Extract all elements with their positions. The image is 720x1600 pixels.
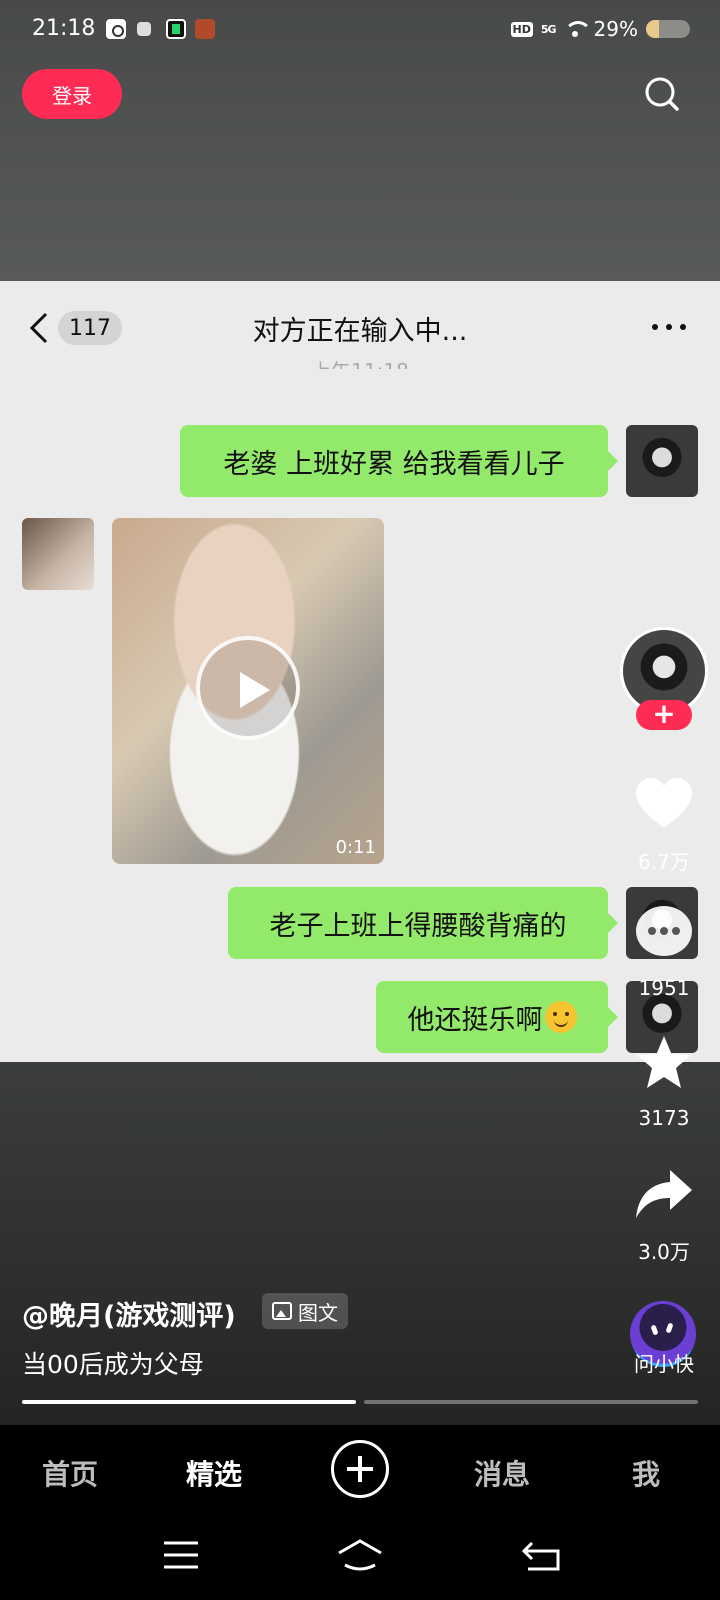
search-icon[interactable] <box>644 76 680 112</box>
cellular-signal-icon: 5G <box>540 22 557 36</box>
create-button[interactable] <box>331 1440 389 1498</box>
status-bar: 21:18 HD 5G 29% <box>0 0 720 60</box>
game-notification-icon <box>195 19 215 39</box>
favorite-count: 3173 <box>638 1106 690 1130</box>
tab-featured[interactable]: 精选 <box>186 1453 242 1493</box>
comment-count: 1951 <box>638 976 690 1000</box>
chat-title: 对方正在输入中... <box>252 316 468 347</box>
battery-icon <box>646 20 690 38</box>
status-time: 21:18 <box>32 16 96 41</box>
wifi-icon <box>563 21 592 37</box>
image-progress-segment <box>22 1400 356 1404</box>
battery-fill <box>646 20 659 38</box>
post-image[interactable]: 117 对方正在输入中... 上午11:18 老婆 上班好累 给我看看儿子 0:… <box>0 281 720 1062</box>
menu-icon[interactable] <box>156 1535 206 1575</box>
chat-bubble: 他还挺乐啊 <box>376 981 618 1053</box>
badge-label: 图文 <box>298 1300 338 1325</box>
tab-home[interactable]: 首页 <box>42 1453 98 1493</box>
home-icon[interactable] <box>335 1535 385 1575</box>
star-icon[interactable] <box>634 1034 694 1090</box>
tab-me[interactable]: 我 <box>632 1453 660 1493</box>
post-caption: 当00后成为父母 <box>22 1350 204 1379</box>
author-name[interactable]: @晚月(游戏测评) <box>22 1294 236 1333</box>
follow-button[interactable]: + <box>636 700 692 730</box>
image-icon <box>272 1302 292 1320</box>
back-icon[interactable] <box>516 1535 566 1575</box>
receiver-avatar <box>22 518 94 590</box>
more-icon <box>652 324 686 332</box>
comment-icon[interactable] <box>636 906 692 956</box>
image-post-badge: 图文 <box>262 1293 348 1329</box>
status-right: HD 5G 29% <box>510 16 690 42</box>
app-notification-icon <box>106 19 126 39</box>
tab-messages[interactable]: 消息 <box>474 1453 530 1493</box>
battery-percent: 29% <box>593 17 638 41</box>
system-nav-bar <box>0 1515 720 1600</box>
video-duration: 0:11 <box>335 837 376 858</box>
sender-avatar <box>626 425 698 497</box>
heart-icon[interactable] <box>634 776 694 832</box>
video-thumbnail: 0:11 <box>112 518 384 864</box>
like-count: 6.7万 <box>638 850 690 874</box>
ai-assistant-label[interactable]: 问小快 <box>604 1348 720 1377</box>
smile-emoji-icon <box>544 1001 577 1033</box>
app-screen: 21:18 HD 5G 29% 登录 117 对方正在输入中... 上午11:1… <box>0 0 720 1600</box>
hd-voice-icon: HD <box>510 21 533 37</box>
chat-bubble: 老子上班上得腰酸背痛的 <box>228 887 618 959</box>
bottom-tab-bar: 首页 精选 消息 我 <box>0 1425 720 1515</box>
login-button[interactable]: 登录 <box>22 69 122 119</box>
storage-notification-icon <box>137 22 151 36</box>
share-count: 3.0万 <box>638 1240 690 1264</box>
image-progress-segment <box>364 1400 698 1404</box>
share-icon[interactable] <box>634 1166 694 1222</box>
chat-bubble: 老婆 上班好累 给我看看儿子 <box>180 425 618 497</box>
chat-timestamp: 上午11:18 <box>0 355 720 369</box>
play-icon <box>196 636 300 740</box>
download-notification-icon <box>166 19 186 39</box>
chat-bubble-text: 他还挺乐啊 <box>407 1004 543 1036</box>
